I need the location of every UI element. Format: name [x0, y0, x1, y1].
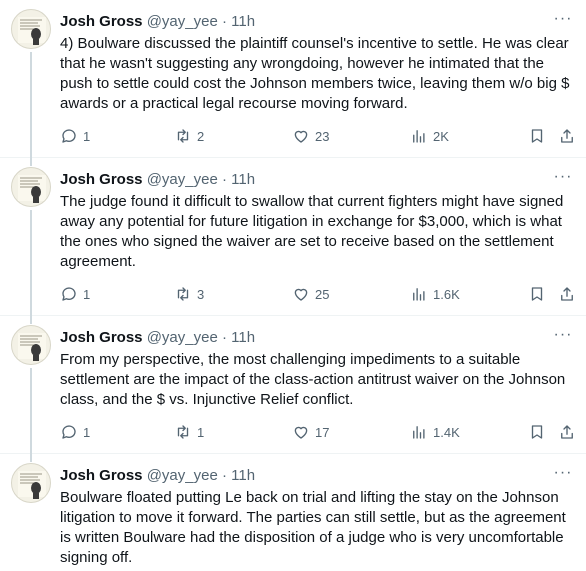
repost-button[interactable]: 1 — [174, 422, 204, 442]
bookmark-button[interactable] — [528, 422, 546, 442]
author-handle[interactable]: @yay_yee — [147, 329, 218, 346]
bookmark-icon — [531, 425, 543, 439]
tweet[interactable]: Josh Gross @yay_yee · 11h ··· 4) Boulwar… — [0, 0, 586, 158]
avatar[interactable] — [11, 167, 51, 207]
reply-icon — [62, 129, 76, 143]
bookmark-button[interactable] — [528, 126, 546, 146]
share-icon — [561, 425, 573, 439]
reply-icon — [62, 287, 76, 301]
tweet-text: 4) Boulware discussed the plaintiff coun… — [60, 35, 570, 112]
reply-count: 1 — [83, 286, 91, 302]
separator-dot: · — [221, 13, 227, 30]
share-button[interactable] — [558, 126, 576, 146]
author-name[interactable]: Josh Gross — [60, 171, 143, 188]
thread-line — [30, 52, 32, 158]
more-options-icon[interactable]: ··· — [552, 168, 574, 186]
tweet-text: From my perspective, the most challengin… — [60, 351, 566, 408]
repost-count: 3 — [197, 286, 205, 302]
author-name[interactable]: Josh Gross — [60, 329, 143, 346]
bookmark-icon — [531, 287, 543, 301]
bookmark-icon — [531, 129, 543, 143]
thread-line — [30, 210, 32, 316]
views-icon — [413, 130, 425, 143]
repost-icon — [177, 425, 189, 439]
tweet-text: Boulware floated putting Le back on tria… — [60, 489, 566, 566]
tweet-actions: 1 2 23 2K — [60, 126, 576, 146]
repost-button[interactable]: 2 — [174, 126, 204, 146]
avatar[interactable] — [11, 9, 51, 49]
repost-button[interactable]: 3 — [174, 284, 204, 304]
reply-button[interactable]: 1 — [60, 422, 90, 442]
reply-button[interactable]: 1 — [60, 284, 90, 304]
like-count: 25 — [315, 286, 330, 302]
thread-line — [30, 316, 32, 324]
repost-icon — [177, 287, 189, 301]
author-handle[interactable]: @yay_yee — [147, 13, 218, 30]
avatar[interactable] — [11, 463, 51, 503]
timestamp[interactable]: 11h — [231, 171, 255, 188]
timestamp[interactable]: 11h — [231, 329, 255, 346]
reply-count: 1 — [83, 128, 91, 144]
reply-icon — [62, 425, 76, 439]
thread-line — [30, 454, 32, 462]
views-button[interactable]: 1.6K — [410, 284, 460, 304]
like-button[interactable]: 25 — [292, 284, 329, 304]
repost-icon — [177, 129, 189, 143]
views-button[interactable]: 1.4K — [410, 422, 460, 442]
like-icon — [294, 288, 308, 301]
share-button[interactable] — [558, 284, 576, 304]
separator-dot: · — [221, 171, 227, 188]
like-icon — [294, 130, 308, 143]
separator-dot: · — [221, 467, 227, 484]
tweet[interactable]: Josh Gross @yay_yee · 11h ··· Boulware f… — [0, 454, 586, 571]
more-options-icon[interactable]: ··· — [552, 464, 574, 482]
tweet-header: Josh Gross @yay_yee · 11h — [60, 328, 255, 348]
repost-count: 2 — [197, 128, 205, 144]
author-handle[interactable]: @yay_yee — [147, 467, 218, 484]
more-options-icon[interactable]: ··· — [552, 326, 574, 344]
share-button[interactable] — [558, 422, 576, 442]
tweet-header: Josh Gross @yay_yee · 11h — [60, 466, 255, 486]
views-icon — [413, 426, 425, 439]
timestamp[interactable]: 11h — [231, 467, 255, 484]
author-handle[interactable]: @yay_yee — [147, 171, 218, 188]
reply-count: 1 — [83, 424, 91, 440]
repost-count: 1 — [197, 424, 205, 440]
tweet-text: The judge found it difficult to swallow … — [60, 193, 564, 270]
like-count: 17 — [315, 424, 330, 440]
share-icon — [561, 129, 573, 143]
share-icon — [561, 287, 573, 301]
like-count: 23 — [315, 128, 330, 144]
thread-line — [30, 158, 32, 166]
separator-dot: · — [221, 329, 227, 346]
tweet[interactable]: Josh Gross @yay_yee · 11h ··· From my pe… — [0, 316, 586, 454]
views-icon — [413, 288, 425, 301]
timestamp[interactable]: 11h — [231, 13, 255, 30]
view-count: 2K — [433, 128, 449, 144]
view-count: 1.4K — [433, 424, 460, 440]
reply-button[interactable]: 1 — [60, 126, 90, 146]
tweet-header: Josh Gross @yay_yee · 11h — [60, 12, 255, 32]
like-button[interactable]: 17 — [292, 422, 329, 442]
tweet-header: Josh Gross @yay_yee · 11h — [60, 170, 255, 190]
bookmark-button[interactable] — [528, 284, 546, 304]
author-name[interactable]: Josh Gross — [60, 13, 143, 30]
view-count: 1.6K — [433, 286, 460, 302]
author-name[interactable]: Josh Gross — [60, 467, 143, 484]
more-options-icon[interactable]: ··· — [552, 10, 574, 28]
tweet[interactable]: Josh Gross @yay_yee · 11h ··· The judge … — [0, 158, 586, 316]
views-button[interactable]: 2K — [410, 126, 449, 146]
tweet-actions: 1 1 17 1.4K — [60, 422, 576, 442]
like-icon — [294, 426, 308, 439]
avatar[interactable] — [11, 325, 51, 365]
like-button[interactable]: 23 — [292, 126, 329, 146]
thread-line — [30, 368, 32, 454]
tweet-actions: 1 3 25 1.6K — [60, 284, 576, 304]
